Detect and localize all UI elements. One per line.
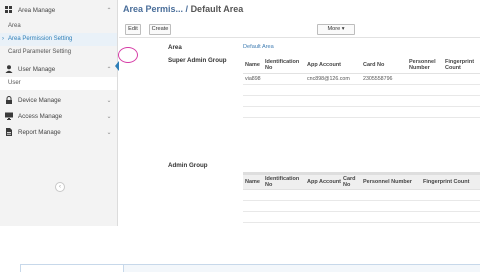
column-header-fingerprint-count: Fingerprint Count <box>423 179 470 185</box>
admin-group-label: Admin Group <box>168 162 208 169</box>
sidebar-group-device-manage[interactable]: Device Manage ⌄ <box>0 92 117 108</box>
main-content: Area Permis... / Default Area Edit Creat… <box>119 0 480 226</box>
collapse-sidebar-button[interactable]: ‹ <box>55 182 65 192</box>
table-row-empty <box>243 212 480 223</box>
sidebar-item-area[interactable]: Area <box>0 20 117 33</box>
edit-button[interactable]: Edit <box>125 24 141 35</box>
sidebar-group-label: User Manage <box>18 65 56 73</box>
sidebar-group-label: Area Manage <box>18 6 56 14</box>
sidebar-group-area-manage[interactable]: Area Manage ⌃ <box>0 0 117 20</box>
sidebar-item-area-permission-setting[interactable]: Area Permission Setting <box>0 33 117 46</box>
grid-icon <box>5 6 13 14</box>
area-value[interactable]: Default Area <box>243 44 274 50</box>
footer-tab[interactable] <box>20 264 124 272</box>
super-admin-group-label: Super Admin Group <box>168 57 227 64</box>
footer-bar <box>20 264 480 272</box>
breadcrumb-current: Default Area <box>190 4 244 14</box>
toolbar: Edit Create More ▾ <box>119 20 480 38</box>
sidebar-group-user-manage[interactable]: User Manage ⌃ <box>0 61 117 77</box>
column-header-name: Name <box>245 61 260 68</box>
user-icon <box>5 65 13 73</box>
sidebar-group-label: Report Manage <box>18 128 61 136</box>
table-row-empty <box>243 201 480 212</box>
column-header-app-account: App Account <box>307 61 342 68</box>
sidebar-item-card-parameter-setting[interactable]: Card Parameter Setting <box>0 46 117 59</box>
area-label: Area <box>168 44 182 51</box>
sidebar: Area Manage ⌃ Area Area Permission Setti… <box>0 0 119 226</box>
sidebar-group-label: Access Manage <box>18 112 63 120</box>
column-header-identification-no: Identification No <box>265 176 300 188</box>
table-row[interactable]: via898 cnc898@126.com 2305558796 <box>243 74 480 85</box>
column-header-name: Name <box>245 179 260 185</box>
lock-icon <box>5 96 13 104</box>
column-header-app-account: App Account <box>307 179 342 185</box>
table-row-empty <box>243 85 480 96</box>
table-row-empty <box>243 96 480 107</box>
chevron-down-icon[interactable]: ⌄ <box>105 113 113 120</box>
highlight-circle <box>118 47 138 63</box>
sidebar-item-user[interactable]: User <box>0 77 117 90</box>
table-header: Name Identification No App Account Card … <box>243 172 480 190</box>
admin-table: Name Identification No App Account Card … <box>243 172 480 223</box>
table-row-empty <box>243 190 480 201</box>
cell-app-account: cnc898@126.com <box>307 76 350 82</box>
column-header-card-no: Card No <box>343 176 356 188</box>
cell-name: via898 <box>245 76 261 82</box>
monitor-icon <box>5 112 13 120</box>
table-header: Name Identification No App Account Card … <box>243 56 480 74</box>
column-header-personnel-number: Personnel Number <box>363 179 412 185</box>
column-header-card-no: Card No <box>363 61 385 68</box>
sidebar-group-label: Device Manage <box>18 96 61 104</box>
column-header-identification-no: Identification No <box>265 58 300 71</box>
sidebar-group-report-manage[interactable]: Report Manage ⌄ <box>0 124 117 140</box>
chevron-up-icon[interactable]: ⌃ <box>105 7 113 14</box>
more-dropdown-button[interactable]: More ▾ <box>317 24 355 35</box>
chevron-down-icon[interactable]: ⌄ <box>105 129 113 136</box>
create-button[interactable]: Create <box>149 24 171 35</box>
super-admin-table: Name Identification No App Account Card … <box>243 56 480 118</box>
chevron-down-icon[interactable]: ⌄ <box>105 97 113 104</box>
cell-card-no: 2305558796 <box>363 76 393 82</box>
report-icon <box>5 128 13 136</box>
column-header-fingerprint-count: Fingerprint Count <box>445 58 475 71</box>
table-row-empty <box>243 107 480 118</box>
chevron-up-icon[interactable]: ⌃ <box>105 66 113 73</box>
column-header-personnel-number: Personnel Number <box>409 58 436 71</box>
page-title: Area Permis... / Default Area <box>123 4 243 14</box>
breadcrumb-parent[interactable]: Area Permis... / <box>123 4 188 14</box>
sidebar-group-access-manage[interactable]: Access Manage ⌄ <box>0 108 117 124</box>
